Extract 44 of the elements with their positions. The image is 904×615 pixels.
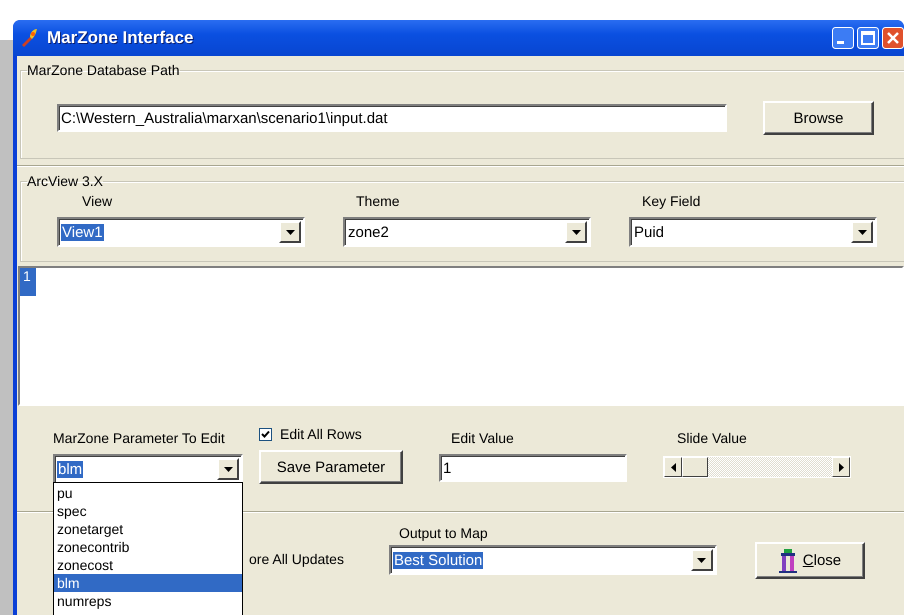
close-icon[interactable] [882, 27, 904, 49]
list-option[interactable]: numreps [54, 592, 242, 610]
field-label: Slide Value [676, 430, 748, 446]
field-label: Output to Map [398, 525, 489, 541]
list-option[interactable]: zonecost [54, 556, 242, 574]
list-option[interactable]: blm [54, 574, 242, 592]
value-field[interactable]: 1 [439, 454, 627, 482]
field-label: Key Field [641, 193, 702, 209]
field-label: Edit Value [450, 430, 515, 446]
dropdown-field[interactable]: Puid [629, 217, 877, 247]
door-icon [778, 548, 797, 572]
group-label: ArcView 3.X [27, 173, 103, 189]
dropdown-arrow-icon[interactable] [858, 230, 866, 234]
dropdown-field[interactable]: View1 [57, 217, 305, 247]
checkbox-label: Edit All Rows [280, 426, 362, 442]
slider-thumb[interactable] [682, 457, 708, 477]
close-button[interactable]: Close [754, 542, 865, 579]
dropdown-arrow-icon[interactable] [224, 466, 232, 472]
checkbox-label: ore All Updates [249, 551, 344, 567]
dropdown-field[interactable]: zone2 [343, 217, 591, 247]
dropdown-field[interactable]: Best Solution [388, 545, 717, 575]
maximize-icon[interactable] [857, 27, 879, 49]
list-option[interactable]: pu [54, 484, 242, 502]
group-label: MarZone Database Path [27, 62, 180, 78]
field-label: MarZone Parameter To Edit [53, 430, 226, 446]
checkbox[interactable] [259, 428, 272, 440]
minimize-icon[interactable] [832, 27, 854, 49]
dropdown-arrow-icon[interactable] [286, 230, 294, 234]
list-option[interactable]: zonetarget [54, 520, 242, 538]
browse-button[interactable]: Browse [763, 101, 874, 135]
save-button[interactable]: Save Parameter [259, 450, 403, 484]
list-option[interactable]: zonecontrib [54, 538, 242, 556]
checkmark-icon [261, 430, 270, 438]
window-title: MarZone Interface [47, 28, 194, 48]
left-arrow-icon[interactable] [670, 462, 676, 472]
dropdown-arrow-icon[interactable] [697, 558, 706, 562]
row-header[interactable]: 1 [20, 268, 36, 296]
field-label: View [81, 193, 114, 209]
field-label: Theme [355, 193, 401, 209]
dropdown-field[interactable]: blm [53, 454, 243, 484]
path-field[interactable]: C:\Western_Australia\marxan\scenario1\input.dat [57, 104, 727, 132]
dropdown-arrow-icon[interactable] [572, 230, 580, 234]
list-option[interactable]: spec [54, 502, 242, 520]
right-arrow-icon[interactable] [838, 462, 844, 472]
